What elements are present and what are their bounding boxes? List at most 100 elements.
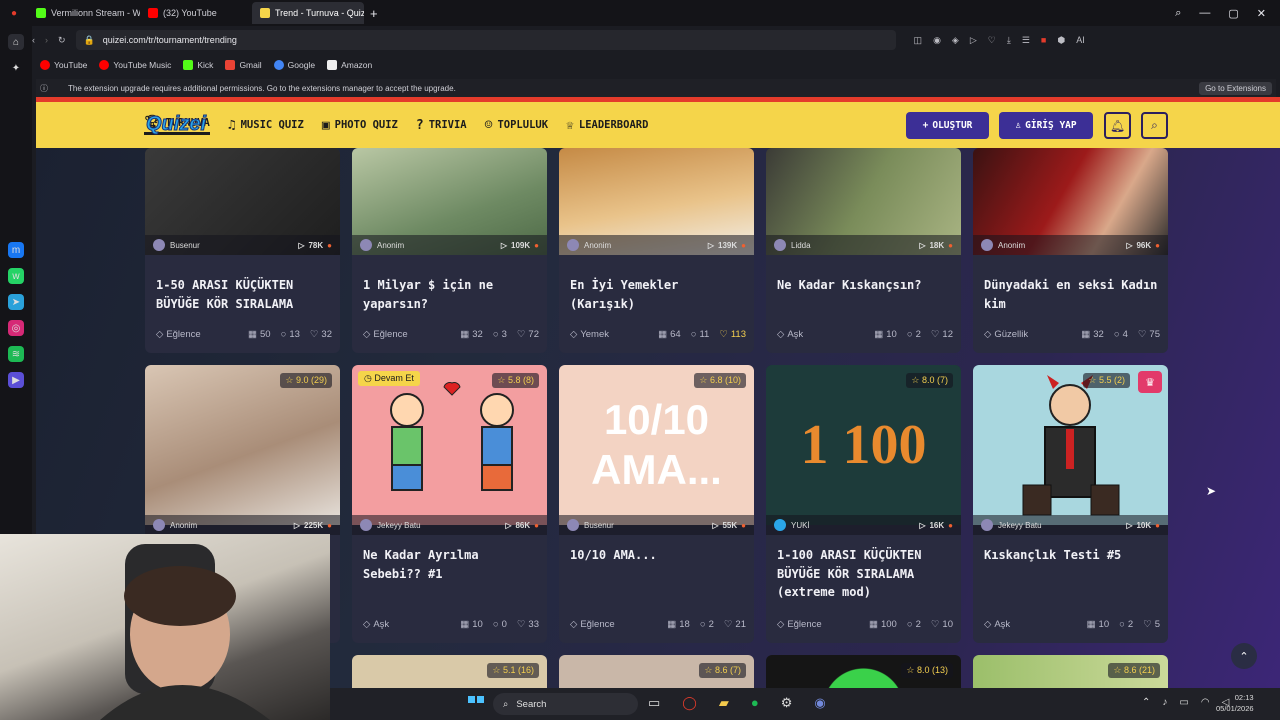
quiz-card[interactable]: ☆ 8.0 (13) bbox=[766, 655, 961, 688]
questions-icon: ▦ bbox=[667, 619, 677, 630]
youtube-icon bbox=[40, 60, 50, 70]
user-icon: ♙ bbox=[1015, 120, 1022, 131]
network-icon[interactable]: ▭ bbox=[1179, 697, 1188, 708]
back-icon[interactable]: ‹ bbox=[32, 35, 35, 45]
nav-photo-quiz[interactable]: ▣ PHOTO QUIZ bbox=[322, 118, 398, 133]
extension-icon[interactable]: ⬢ bbox=[1057, 35, 1065, 46]
task-view-icon[interactable]: ▭ bbox=[648, 695, 660, 711]
quiz-card[interactable]: ☆ 8.6 (7) bbox=[559, 655, 754, 688]
rating-badge: ☆ 5.5 (2) bbox=[1083, 373, 1130, 388]
login-button[interactable]: ♙ GİRİŞ YAP bbox=[999, 112, 1093, 139]
continue-badge[interactable]: ◷ Devam Et bbox=[358, 371, 420, 386]
quiz-card[interactable]: Busenur ▷ 78K ● 1-50 ARASI KÜÇÜKTEN BÜYÜĞE … bbox=[145, 148, 340, 353]
tab-kick[interactable]: Vermilionn Stream - Watch bbox=[28, 2, 140, 24]
taskbar-clock[interactable]: 02:13 05/01/2026 bbox=[1216, 692, 1254, 714]
telegram-icon[interactable]: ➤ bbox=[8, 294, 24, 310]
camera-icon[interactable]: ◉ bbox=[933, 35, 941, 46]
whatsapp-icon[interactable]: w bbox=[8, 268, 24, 284]
quiz-card[interactable]: 1 100 ☆ 8.0 (7) YUKİ ▷ 16K ● 1-100 ARASI KÜ… bbox=[766, 365, 961, 643]
maximize-button[interactable]: ▢ bbox=[1228, 7, 1238, 20]
vpn-icon[interactable]: ◈ bbox=[952, 35, 959, 46]
bookmark-heart-icon[interactable]: ♡ bbox=[988, 35, 996, 46]
windows-taskbar: ▭ ◯ ▰ ● ⚙ ◉ ⌃ ♪ ▭ ◠ ◁ bbox=[330, 688, 1280, 720]
bookmark-youtube-music[interactable]: YouTube Music bbox=[99, 60, 171, 70]
menu-icon[interactable]: ☰ bbox=[1022, 35, 1030, 46]
bookmark-youtube[interactable]: YouTube bbox=[40, 60, 87, 70]
opera-logo-icon[interactable]: ● bbox=[6, 5, 22, 21]
star-icon: ☆ bbox=[497, 375, 506, 385]
rating-badge: ☆ 8.6 (21) bbox=[1108, 663, 1160, 678]
aria-icon[interactable]: ✦ bbox=[8, 60, 24, 76]
scroll-to-top-button[interactable]: ⌃ bbox=[1231, 643, 1257, 669]
file-explorer-icon[interactable]: ▰ bbox=[719, 695, 729, 711]
quiz-title[interactable]: Kıskançlık Testi #5 bbox=[984, 546, 1159, 565]
player-icon[interactable]: ▶ bbox=[8, 372, 24, 388]
wifi-icon[interactable]: ◠ bbox=[1201, 697, 1210, 708]
notifications-button[interactable]: 🔔︎ bbox=[1104, 112, 1131, 139]
address-bar-row: ‹ › ↻ 🔒 quizei.com/tr/tournament/trendin… bbox=[32, 28, 1280, 52]
quiz-title[interactable]: 1-50 ARASI KÜÇÜKTEN BÜYÜĞE KÖR SIRALAMA bbox=[156, 276, 331, 313]
spotify-icon[interactable]: ● bbox=[751, 695, 759, 711]
nav-music-quiz[interactable]: ♫ MUSIC QUIZ bbox=[228, 118, 304, 133]
tab-quizei[interactable]: Trend - Turnuva - Quizei bbox=[252, 2, 364, 24]
go-to-extensions-button[interactable]: Go to Extensions bbox=[1199, 81, 1272, 95]
home-icon[interactable]: ⌂ bbox=[8, 34, 24, 50]
discord-icon[interactable]: ◉ bbox=[814, 695, 825, 711]
microphone-icon[interactable]: ♪ bbox=[1162, 697, 1167, 708]
quiz-title[interactable]: Ne Kadar Kıskançsın? bbox=[777, 276, 952, 295]
close-window-button[interactable]: ✕ bbox=[1257, 7, 1266, 20]
minimize-button[interactable]: — bbox=[1199, 7, 1210, 20]
quiz-card[interactable]: ☆ 5.5 (2) ♛ Jekeyy Batu ▷ 10K ● Kıskançlık … bbox=[973, 365, 1168, 643]
card-meta: Jekeyy Batu ▷ 10K ● bbox=[973, 515, 1168, 535]
create-button[interactable]: + OLUŞTUR bbox=[906, 112, 989, 139]
search-button[interactable]: ⌕ bbox=[1141, 112, 1168, 139]
settings-icon[interactable]: ⚙ bbox=[781, 695, 793, 711]
quiz-card[interactable]: Anonim ▷ 96K ● Dünyadaki en seksi Kadın kim… bbox=[973, 148, 1168, 353]
reload-icon[interactable]: ↻ bbox=[58, 35, 66, 46]
quiz-card[interactable]: ☆ 8.6 (21) bbox=[973, 655, 1168, 688]
bookmark-kick[interactable]: Kick bbox=[183, 60, 213, 70]
quiz-card[interactable]: Lidda ▷ 18K ● Ne Kadar Kıskançsın? ◇ Aşk ▦ 10 ○… bbox=[766, 148, 961, 353]
bookmark-gmail[interactable]: Gmail bbox=[225, 60, 262, 70]
quiz-title[interactable]: 1 Milyar $ için ne yaparsın? bbox=[363, 276, 538, 313]
ai-icon[interactable]: AI bbox=[1076, 35, 1085, 46]
questions-icon: ▦ bbox=[658, 329, 668, 340]
quiz-title[interactable]: En İyi Yemekler (Karışık) bbox=[570, 276, 745, 313]
instagram-icon[interactable]: ◎ bbox=[8, 320, 24, 336]
quiz-card[interactable]: ☆ 5.1 (16) bbox=[352, 655, 547, 688]
nav-trivia[interactable]: ? TRIVIA bbox=[416, 118, 467, 133]
card-meta: YUKİ ▷ 16K ● bbox=[766, 515, 961, 535]
bookmark-google[interactable]: Google bbox=[273, 60, 315, 70]
tab-youtube[interactable]: (32) YouTube bbox=[140, 2, 252, 24]
forward-icon[interactable]: › bbox=[45, 35, 48, 45]
search-tabs-icon[interactable]: ⌕ bbox=[1175, 7, 1181, 20]
download-icon[interactable]: ⤓ bbox=[1007, 35, 1011, 46]
nav-topluluk[interactable]: ☺ TOPLULUK bbox=[485, 118, 548, 133]
spotify-icon[interactable]: ≋ bbox=[8, 346, 24, 362]
quiz-card[interactable]: ◷ Devam Et ☆ 5.8 (8) Jekeyy Batu ▷ 86K ● Ne… bbox=[352, 365, 547, 643]
quiz-card[interactable]: 10/10 AMA... ☆ 6.8 (10) Busenur ▷ 55K ● 10/… bbox=[559, 365, 754, 643]
chevron-up-icon[interactable]: ⌃ bbox=[1142, 697, 1150, 708]
opera-icon[interactable]: ◯ bbox=[682, 695, 697, 711]
site-logo[interactable]: Quizei bbox=[145, 113, 206, 136]
quiz-card[interactable]: Anonim ▷ 139K ● En İyi Yemekler (Karışık) ◇… bbox=[559, 148, 754, 353]
nav-leaderboard[interactable]: ♕ LEADERBOARD bbox=[566, 118, 648, 133]
messenger-icon[interactable]: m bbox=[8, 242, 24, 258]
new-tab-button[interactable]: + bbox=[370, 6, 378, 21]
screenshot-icon[interactable]: ◫ bbox=[914, 35, 923, 46]
play-icon[interactable]: ▷ bbox=[970, 35, 977, 46]
url-field[interactable]: 🔒 quizei.com/tr/tournament/trending bbox=[75, 30, 896, 50]
taskbar-search[interactable]: ⌕ Search bbox=[493, 693, 638, 715]
quiz-card[interactable]: Anonim ▷ 109K ● 1 Milyar $ için ne yaparsın… bbox=[352, 148, 547, 353]
quiz-title[interactable]: 10/10 AMA... bbox=[570, 546, 745, 565]
quiz-title[interactable]: Ne Kadar Ayrılma Sebebi?? #1 bbox=[363, 546, 538, 583]
extension-red-icon[interactable]: ■ bbox=[1041, 35, 1046, 46]
camera-icon: ▣ bbox=[321, 117, 330, 133]
start-icon[interactable] bbox=[468, 696, 484, 703]
avatar bbox=[981, 519, 993, 531]
card-meta: Busenur ▷ 78K ● bbox=[145, 235, 340, 255]
quiz-title[interactable]: Dünyadaki en seksi Kadın kim bbox=[984, 276, 1159, 313]
quiz-title[interactable]: 1-100 ARASI KÜÇÜKTEN BÜYÜĞE KÖR SIRALAMA… bbox=[777, 546, 952, 602]
extension-notice-bar: ⓘ The extension upgrade requires additio… bbox=[36, 79, 1276, 97]
bookmark-amazon[interactable]: Amazon bbox=[327, 60, 372, 70]
